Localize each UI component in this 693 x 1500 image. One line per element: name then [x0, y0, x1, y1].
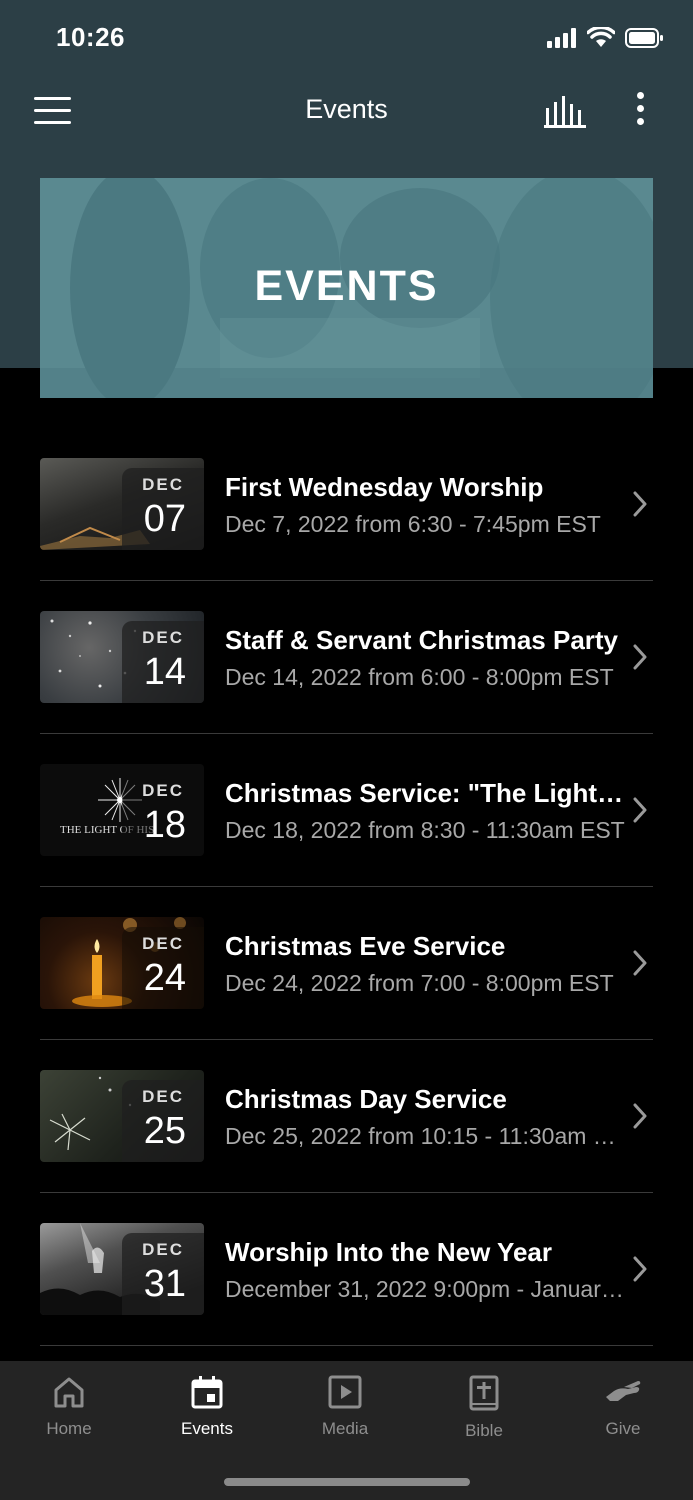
tab-give[interactable]: Give	[554, 1375, 692, 1439]
event-title: Christmas Day Service	[225, 1084, 507, 1114]
event-subtitle: Dec 7, 2022 from 6:30 - 7:45pm EST	[225, 511, 601, 537]
event-day: 24	[143, 957, 186, 999]
chevron-right-icon	[633, 950, 647, 976]
more-options-button[interactable]	[630, 92, 650, 130]
status-bar: 10:26	[0, 0, 693, 80]
home-icon	[54, 1377, 84, 1408]
event-subtitle: Dec 18, 2022 from 8:30 - 11:30am EST	[225, 817, 625, 843]
tab-label: Give	[605, 1419, 641, 1438]
chevron-right-icon	[633, 644, 647, 670]
event-day: 07	[143, 498, 186, 540]
bible-icon	[469, 1375, 499, 1411]
event-title: First Wednesday Worship	[225, 472, 544, 502]
tab-label: Home	[46, 1419, 92, 1438]
event-title: Worship Into the New Year	[225, 1237, 552, 1267]
event-thumbnail: THE LIGHT OF HIS DEC 18	[40, 764, 204, 856]
status-time: 10:26	[56, 22, 125, 52]
calendar-icon	[191, 1376, 223, 1409]
event-month: DEC	[142, 1240, 184, 1259]
event-subtitle: Dec 25, 2022 from 10:15 - 11:30am EST	[225, 1123, 627, 1149]
page-title: Events	[305, 94, 388, 124]
event-row[interactable]: DEC 07 First Wednesday Worship Dec 7, 20…	[40, 428, 653, 581]
tab-bible[interactable]: Bible	[415, 1375, 553, 1441]
give-icon	[606, 1381, 641, 1401]
nav-bar: Events	[0, 80, 693, 142]
event-row[interactable]: DEC 14 Staff & Servant Christmas Party D…	[40, 581, 653, 734]
event-month: DEC	[142, 934, 184, 953]
play-icon	[328, 1375, 362, 1409]
event-subtitle: December 31, 2022 9:00pm - January 1, 20…	[225, 1276, 627, 1302]
event-title: Christmas Eve Service	[225, 931, 506, 961]
events-list: DEC 07 First Wednesday Worship Dec 7, 20…	[40, 428, 653, 1346]
chevron-right-icon	[633, 491, 647, 517]
event-subtitle: Dec 24, 2022 from 7:00 - 8:00pm EST	[225, 970, 614, 996]
chevron-right-icon	[633, 1256, 647, 1282]
tab-label: Media	[321, 1419, 369, 1438]
audio-bars-button[interactable]	[544, 96, 588, 128]
event-row[interactable]: THE LIGHT OF HIS DEC 18 Christmas Servic…	[40, 734, 653, 887]
tab-label: Bible	[465, 1421, 503, 1440]
battery-icon	[625, 28, 663, 48]
event-thumbnail: DEC 07	[40, 458, 204, 550]
event-title: Christmas Service: "The Light of His Glo…	[225, 778, 627, 808]
event-row[interactable]: DEC 31 Worship Into the New Year Decembe…	[40, 1193, 653, 1346]
event-month: DEC	[142, 781, 184, 800]
event-day: 31	[143, 1263, 186, 1305]
banner-title: EVENTS	[254, 262, 439, 310]
tab-label: Events	[181, 1419, 233, 1438]
tab-media[interactable]: Media	[276, 1375, 414, 1439]
status-icons	[547, 27, 663, 48]
event-month: DEC	[142, 1087, 184, 1106]
tab-home[interactable]: Home	[0, 1375, 138, 1439]
event-row[interactable]: DEC 24 Christmas Eve Service Dec 24, 202…	[40, 887, 653, 1040]
event-day: 25	[143, 1110, 186, 1152]
event-day: 18	[143, 804, 186, 846]
event-thumbnail: DEC 24	[40, 917, 204, 1009]
tab-events[interactable]: Events	[138, 1375, 276, 1439]
home-indicator	[224, 1478, 470, 1486]
event-thumbnail: DEC 25	[40, 1070, 204, 1162]
event-day: 14	[143, 651, 186, 693]
event-month: DEC	[142, 475, 184, 494]
event-subtitle: Dec 14, 2022 from 6:00 - 8:00pm EST	[225, 664, 614, 690]
signal-icon	[547, 28, 576, 48]
more-icon	[636, 92, 644, 99]
events-banner: EVENTS	[40, 178, 653, 398]
event-thumbnail: DEC 14	[40, 611, 204, 703]
event-row[interactable]: DEC 25 Christmas Day Service Dec 25, 202…	[40, 1040, 653, 1193]
event-title: Staff & Servant Christmas Party	[225, 625, 619, 655]
wifi-icon	[587, 27, 615, 47]
more-icon-dot	[636, 118, 644, 125]
event-month: DEC	[142, 628, 184, 647]
event-thumbnail: DEC 31	[40, 1223, 204, 1315]
chevron-right-icon	[633, 797, 647, 823]
more-icon-dot	[636, 105, 644, 112]
chevron-right-icon	[633, 1103, 647, 1129]
